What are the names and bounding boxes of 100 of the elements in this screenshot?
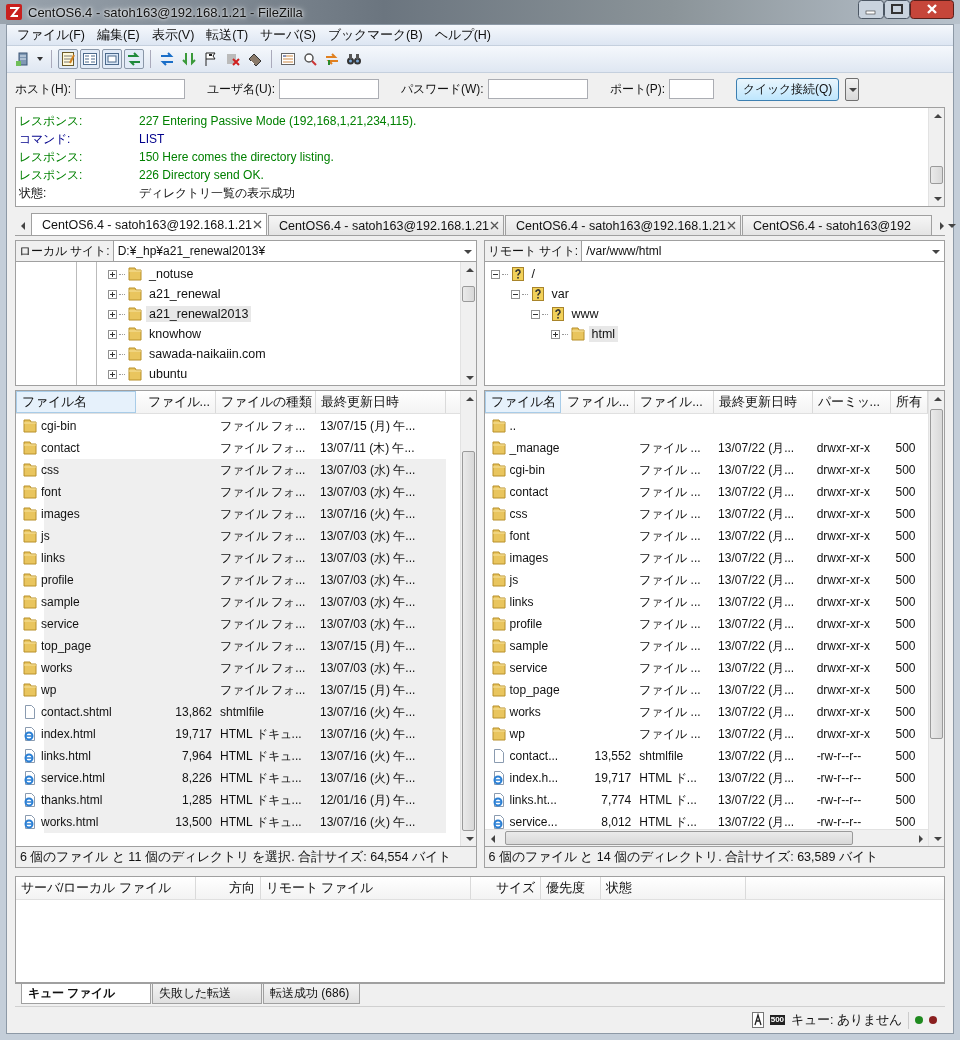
session-tab[interactable]: CentOS6.4 - satoh163@192.168.1.21 xyxy=(505,215,741,235)
path-field[interactable]: /var/www/html xyxy=(582,244,930,258)
tree-item[interactable]: a21_renewal xyxy=(146,286,224,302)
close-icon[interactable] xyxy=(490,221,499,230)
column-header[interactable]: リモート ファイル xyxy=(261,877,471,899)
table-cell-text: ファイル ... xyxy=(638,725,702,743)
column-header[interactable]: 所有 xyxy=(891,391,928,413)
menu-item[interactable]: サーバ(S) xyxy=(254,26,322,44)
input-field[interactable] xyxy=(279,79,379,99)
queue-tab[interactable]: 転送成功 (686) xyxy=(263,984,361,1004)
column-header[interactable]: ファイル名 xyxy=(16,391,136,413)
server-icon[interactable] xyxy=(15,51,31,67)
column-header[interactable]: ファイル... xyxy=(635,391,715,413)
minimize-icon[interactable] xyxy=(858,0,884,19)
column-header[interactable]: 優先度 xyxy=(541,877,601,899)
column-header[interactable]: ファイルの種類 xyxy=(216,391,316,413)
scrollbar-thumb[interactable] xyxy=(461,286,475,302)
column-header[interactable]: 最終更新日時 xyxy=(714,391,813,413)
table-cell-text: ファイル ... xyxy=(638,461,702,479)
disconnect-icon[interactable] xyxy=(225,51,241,67)
menu-item[interactable]: ブックマーク(B) xyxy=(321,26,429,44)
binoculars-icon[interactable] xyxy=(346,51,362,67)
file-row[interactable]: contact ファイル フォ... 13/07/11 (木) 午... xyxy=(16,437,446,459)
input-field[interactable] xyxy=(487,79,588,99)
collapse-icon[interactable] xyxy=(510,289,520,299)
scroll-up-icon[interactable] xyxy=(932,394,942,404)
file-name: service.html xyxy=(40,770,106,787)
expand-icon[interactable] xyxy=(108,269,117,279)
scrollbar-thumb[interactable] xyxy=(930,409,943,739)
collapse-icon[interactable] xyxy=(490,269,500,279)
column-header[interactable]: サイズ xyxy=(471,877,541,899)
column-header[interactable]: ファイル... xyxy=(561,391,636,413)
column-header[interactable]: ファイル名 xyxy=(484,391,562,413)
session-tab[interactable]: CentOS6.4 - satoh163@192 xyxy=(742,215,932,235)
input-field[interactable] xyxy=(75,79,185,99)
scrollbar[interactable] xyxy=(928,391,944,846)
speed-limit-badge[interactable]: 500 xyxy=(769,1015,786,1025)
tree-item[interactable]: / xyxy=(528,266,538,282)
table-cell-text: HTML ドキュ... xyxy=(219,769,303,787)
scrollbar-thumb[interactable] xyxy=(930,166,943,184)
tree-item[interactable]: knowhow xyxy=(146,326,205,342)
queue-icon[interactable] xyxy=(181,51,197,67)
transfer-icon[interactable] xyxy=(126,51,142,67)
scrollbar[interactable] xyxy=(459,262,476,385)
expand-icon[interactable] xyxy=(108,289,117,299)
collapse-icon[interactable] xyxy=(530,309,540,319)
expand-icon[interactable] xyxy=(108,369,117,379)
session-tab[interactable]: CentOS6.4 - satoh163@192.168.1.21 xyxy=(268,215,504,235)
table-cell-text: 500 xyxy=(894,528,917,545)
tree-item[interactable]: www xyxy=(568,306,602,322)
dropdown-button[interactable] xyxy=(845,77,860,101)
column-header[interactable]: 方向 xyxy=(196,877,261,899)
close-icon[interactable] xyxy=(727,221,736,230)
close-icon[interactable] xyxy=(910,0,954,19)
scrollbar-thumb[interactable] xyxy=(461,451,475,831)
sync-icon[interactable] xyxy=(324,51,340,67)
column-header[interactable]: 状態 xyxy=(601,877,746,899)
notepad-icon[interactable] xyxy=(60,51,76,67)
tree-item[interactable]: html xyxy=(588,326,619,342)
expand-icon[interactable] xyxy=(108,349,117,359)
menu-item[interactable]: 編集(E) xyxy=(90,26,146,44)
quick-connect-button[interactable]: クイック接続(Q) xyxy=(736,77,840,101)
file-name: images xyxy=(40,506,81,523)
menu-item[interactable]: ファイル(F) xyxy=(11,26,91,44)
column-header[interactable]: 最終更新日時 xyxy=(316,391,446,413)
tree-item[interactable]: ubuntu xyxy=(146,366,191,382)
expand-icon[interactable] xyxy=(108,329,117,339)
column-header[interactable]: サーバ/ローカル ファイル xyxy=(16,877,196,899)
scrollbar[interactable] xyxy=(484,829,928,846)
table-cell-text: 13/07/16 (火) 午... xyxy=(319,769,417,787)
session-tab[interactable]: CentOS6.4 - satoh163@192.168.1.21 xyxy=(31,213,267,235)
column-header[interactable]: パーミッ... xyxy=(812,391,892,413)
path-field[interactable]: D:¥_hp¥a21_renewal2013¥ xyxy=(113,244,462,258)
input-field[interactable] xyxy=(669,79,714,99)
refresh-icon[interactable] xyxy=(159,51,175,67)
expand-icon[interactable] xyxy=(108,309,117,319)
close-icon[interactable] xyxy=(253,220,262,229)
menu-item[interactable]: 転送(T) xyxy=(200,26,255,44)
tree-item[interactable]: var xyxy=(548,286,572,302)
expand-icon[interactable] xyxy=(550,329,560,339)
tree-item[interactable]: sawada-naikaiin.com xyxy=(146,346,269,362)
flag-icon[interactable] xyxy=(203,51,219,67)
file-name: .. xyxy=(508,418,518,435)
column-header[interactable]: ファイル... xyxy=(136,391,216,413)
menu-item[interactable]: ヘルプ(H) xyxy=(428,26,497,44)
scrollbar[interactable] xyxy=(459,391,476,846)
tree-item[interactable]: _notuse xyxy=(146,266,197,282)
scroll-up-icon[interactable] xyxy=(932,111,942,121)
folder-icon xyxy=(490,616,507,632)
scrollbar[interactable] xyxy=(928,108,944,206)
maximize-icon[interactable] xyxy=(884,0,910,19)
table-cell-text: drwxr-xr-x xyxy=(815,726,871,743)
queue-tab[interactable]: 失敗した転送 xyxy=(152,984,262,1004)
list-icon[interactable] xyxy=(82,51,98,67)
menu-item[interactable]: 表示(V) xyxy=(145,26,201,44)
tree-item[interactable]: a21_renewal2013 xyxy=(146,306,252,322)
file-row[interactable]: cgi-bin ファイル フォ... 13/07/15 (月) 午... xyxy=(16,415,446,437)
queue-tab[interactable]: キュー ファイル xyxy=(21,984,151,1004)
table-cell-text: drwxr-xr-x xyxy=(815,638,871,655)
file-name: service xyxy=(40,616,80,633)
